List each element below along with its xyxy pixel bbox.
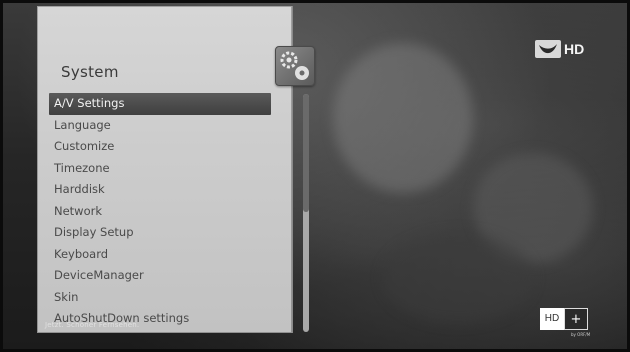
channel-logo: HD — [535, 39, 584, 59]
menu-item-harddisk[interactable]: Harddisk — [49, 179, 271, 201]
menu-list: A/V Settings Language Customize Timezone… — [49, 93, 271, 330]
menu-item-skin[interactable]: Skin — [49, 287, 271, 309]
menu-item-language[interactable]: Language — [49, 115, 271, 137]
hdplus-plus-label: + — [564, 308, 588, 330]
hdplus-sub-label: by ORF/M — [571, 332, 591, 337]
menu-item-av-settings[interactable]: A/V Settings — [49, 93, 271, 115]
menu-title: System — [61, 63, 119, 81]
settings-gears-icon — [275, 46, 315, 86]
menu-scrollbar[interactable] — [303, 94, 309, 332]
footer-note: Jetzt. Schöner Fernsehen. — [45, 321, 140, 329]
channel-hd-label: HD — [564, 41, 585, 57]
menu-item-customize[interactable]: Customize — [49, 136, 271, 158]
channel-swoosh-icon — [535, 40, 561, 58]
menu-item-display-setup[interactable]: Display Setup — [49, 222, 271, 244]
hdplus-hd-label: HD — [540, 308, 564, 330]
menu-item-network[interactable]: Network — [49, 201, 271, 223]
blurred-figure — [333, 43, 473, 193]
tv-screen: System A/V Settings Language Customize T… — [3, 3, 627, 349]
scrollbar-thumb[interactable] — [303, 94, 309, 212]
menu-item-keyboard[interactable]: Keyboard — [49, 244, 271, 266]
blurred-figure — [383, 233, 533, 323]
hdplus-badge: HD + — [540, 308, 588, 330]
system-menu-panel: System A/V Settings Language Customize T… — [37, 6, 315, 333]
menu-item-device-manager[interactable]: DeviceManager — [49, 265, 271, 287]
menu-item-timezone[interactable]: Timezone — [49, 158, 271, 180]
